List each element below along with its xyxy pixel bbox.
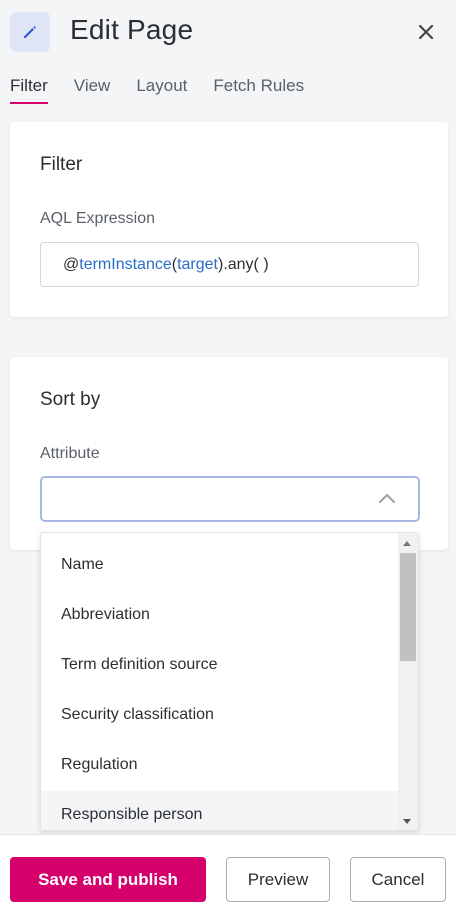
save-and-publish-button[interactable]: Save and publish bbox=[10, 857, 206, 902]
aql-at-token: @ bbox=[63, 256, 80, 273]
attribute-select[interactable] bbox=[40, 476, 420, 522]
tab-view[interactable]: View bbox=[74, 76, 111, 102]
option-security-classification[interactable]: Security classification bbox=[41, 691, 399, 741]
option-term-definition-source[interactable]: Term definition source bbox=[41, 641, 399, 691]
option-responsible-person[interactable]: Responsible person bbox=[41, 791, 399, 830]
dropdown-scrollbar[interactable] bbox=[398, 533, 418, 830]
chevron-up-icon bbox=[379, 494, 395, 503]
tab-bar: Filter View Layout Fetch Rules bbox=[10, 76, 330, 104]
footer-bar: Save and publish Preview Cancel bbox=[0, 834, 456, 910]
preview-button[interactable]: Preview bbox=[226, 857, 330, 902]
sort-title: Sort by bbox=[40, 389, 101, 410]
attribute-dropdown: Name Abbreviation Term definition source… bbox=[40, 532, 419, 831]
page-title: Edit Page bbox=[70, 14, 194, 45]
filter-title: Filter bbox=[40, 154, 83, 175]
option-name[interactable]: Name bbox=[41, 541, 399, 591]
attribute-label: Attribute bbox=[40, 445, 100, 462]
cancel-button[interactable]: Cancel bbox=[350, 857, 446, 902]
sort-card: Sort by Attribute bbox=[10, 357, 448, 550]
aql-expression-label: AQL Expression bbox=[40, 210, 156, 227]
close-icon bbox=[418, 24, 434, 40]
filter-card: Filter AQL Expression @termInstance(targ… bbox=[10, 122, 448, 317]
scroll-thumb[interactable] bbox=[400, 553, 416, 661]
tab-layout[interactable]: Layout bbox=[136, 76, 187, 102]
tab-fetch-rules[interactable]: Fetch Rules bbox=[213, 76, 304, 102]
close-button[interactable] bbox=[412, 18, 440, 46]
aql-expression-input[interactable]: @termInstance(target).any( ) bbox=[40, 242, 419, 287]
option-regulation[interactable]: Regulation bbox=[41, 741, 399, 791]
aql-rest-token: ).any( ) bbox=[217, 256, 269, 273]
page-header: Edit Page bbox=[0, 0, 456, 64]
scroll-up-arrow-icon[interactable] bbox=[403, 541, 411, 546]
tab-filter[interactable]: Filter bbox=[10, 76, 48, 104]
aql-argument-token: target bbox=[177, 256, 218, 273]
pencil-icon bbox=[10, 12, 50, 52]
scroll-down-arrow-icon[interactable] bbox=[403, 819, 411, 824]
aql-function-token: termInstance bbox=[79, 256, 172, 273]
option-abbreviation[interactable]: Abbreviation bbox=[41, 591, 399, 641]
